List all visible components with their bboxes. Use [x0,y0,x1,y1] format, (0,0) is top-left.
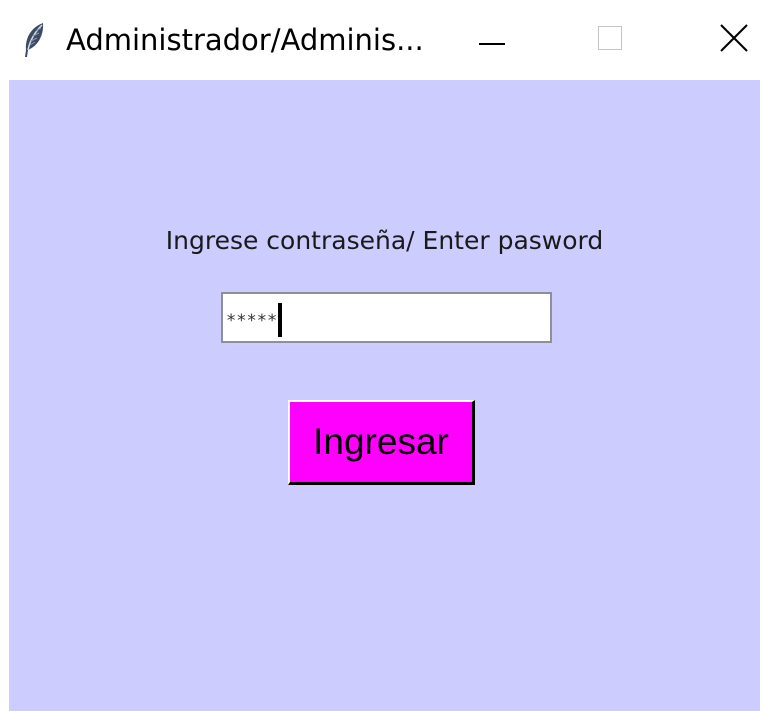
minimize-button[interactable] [460,14,524,66]
maximize-icon [598,26,622,54]
maximize-button[interactable] [578,14,642,66]
app-window: Administrador/Adminis... Ingrese contras… [0,0,769,711]
feather-icon [22,22,46,58]
window-title: Administrador/Adminis... [66,23,424,57]
password-field[interactable]: ***** [221,292,552,343]
login-panel: Ingrese contraseña/ Enter pasword ***** … [9,80,760,711]
ingresar-button[interactable]: Ingresar [288,400,475,485]
password-value: ***** [226,311,278,331]
password-prompt-label: Ingrese contraseña/ Enter pasword [165,226,604,255]
minimize-icon [479,31,505,50]
text-caret [278,303,283,337]
close-button[interactable] [702,14,766,66]
close-icon [720,24,748,56]
title-bar[interactable]: Administrador/Adminis... [0,0,769,80]
